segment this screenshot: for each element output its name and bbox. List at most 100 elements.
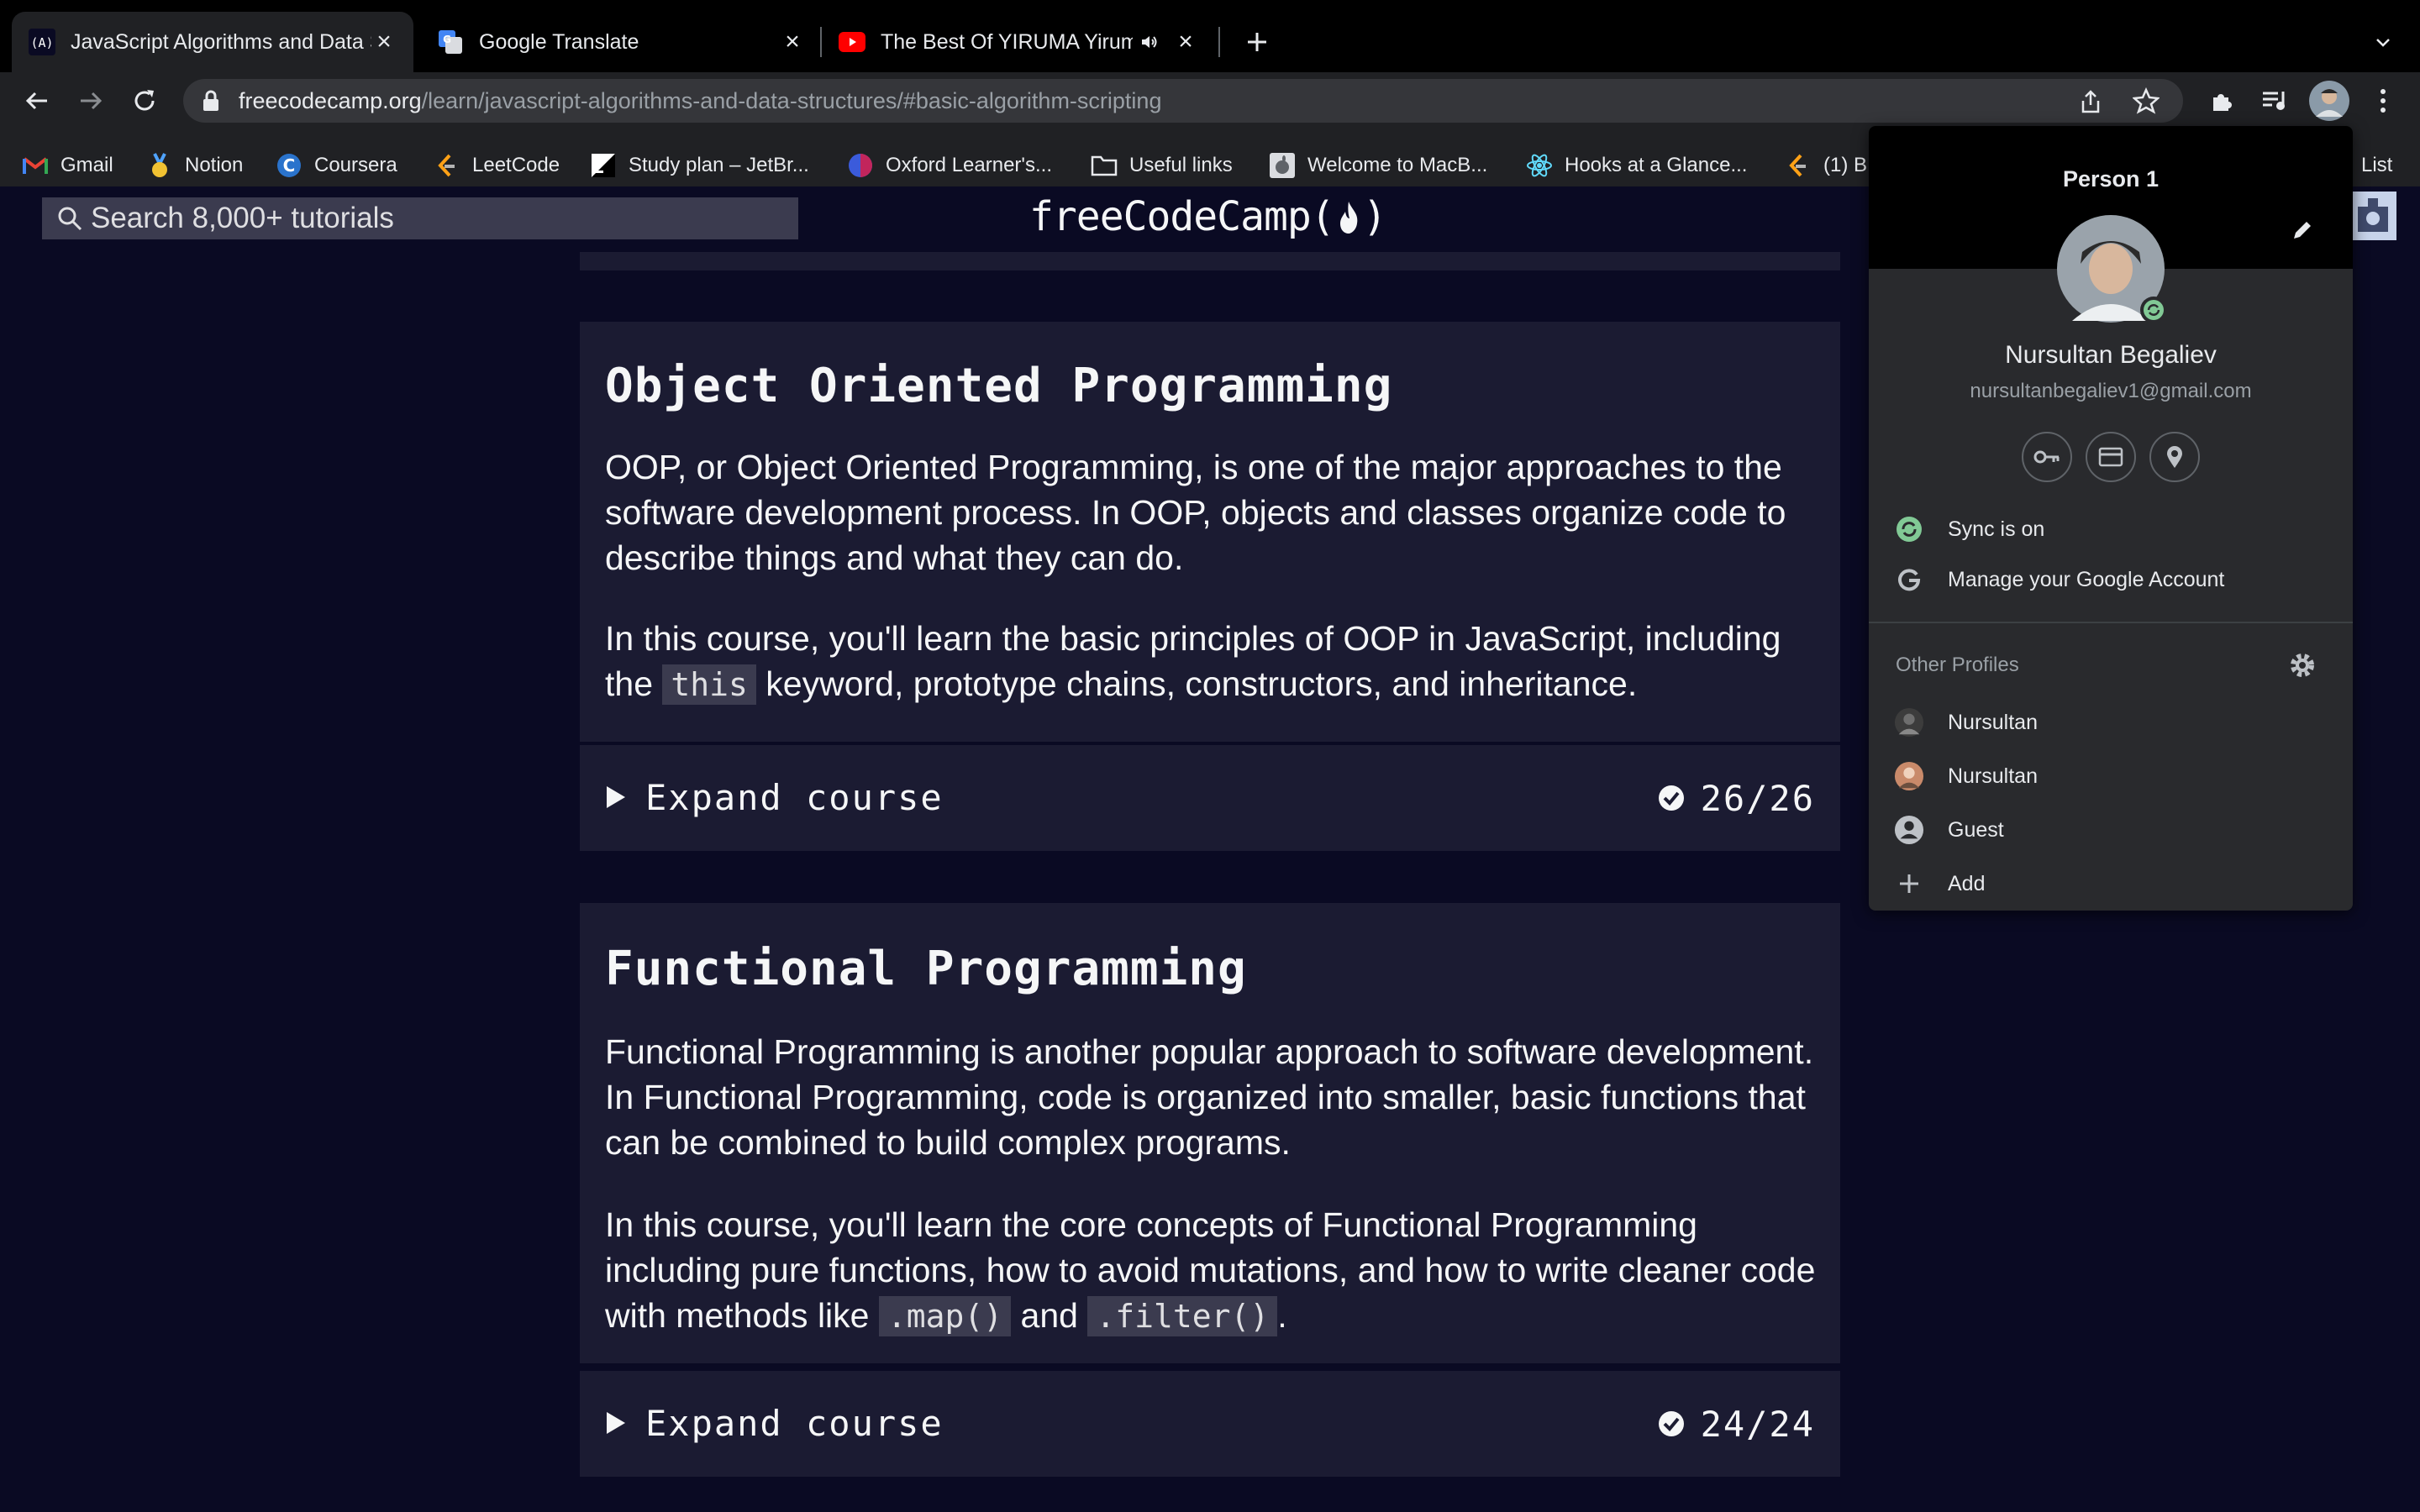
course-block-functional: Functional Programming Functional Progra…	[580, 903, 1840, 1363]
close-icon[interactable]: ×	[371, 28, 397, 55]
bookmark-oxford[interactable]: Oxford Learner's...	[847, 144, 1052, 186]
url-text[interactable]: freecodecamp.org/learn/javascript-algori…	[239, 79, 1161, 123]
tab-google-translate[interactable]: G Google Translate ×	[420, 12, 822, 72]
google-translate-icon: G	[437, 29, 464, 55]
profile-item[interactable]: Nursultan	[1869, 696, 2353, 749]
share-icon[interactable]	[2079, 89, 2102, 114]
folder-icon	[1091, 152, 1118, 179]
sync-badge-icon	[2139, 296, 2168, 324]
new-tab-icon[interactable]	[1235, 20, 1279, 64]
bookmark-leetcode-2[interactable]: (1) B	[1785, 144, 1867, 186]
bookmark-coursera[interactable]: C Coursera	[276, 144, 397, 186]
text-segment: .	[1277, 1296, 1287, 1335]
lock-icon[interactable]	[202, 90, 220, 112]
bookmark-folder-useful-links[interactable]: Useful links	[1091, 144, 1233, 186]
text-segment: and	[1011, 1296, 1088, 1335]
add-label: Add	[1948, 871, 1986, 895]
bookmark-notion[interactable]: Notion	[146, 144, 243, 186]
bookmark-leetcode[interactable]: LeetCode	[434, 144, 560, 186]
bookmark-macbook[interactable]: Welcome to MacB...	[1269, 144, 1487, 186]
tab-strip: (A) JavaScript Algorithms and Data Struc…	[0, 0, 2420, 72]
address-bar[interactable]: freecodecamp.org/learn/javascript-algori…	[183, 79, 2183, 123]
course-details: In this course, you'll learn the basic p…	[605, 616, 1823, 707]
triangle-right-icon	[605, 1410, 627, 1436]
code-snippet: .filter()	[1087, 1296, 1278, 1336]
sync-icon	[1894, 514, 1924, 544]
avatar[interactable]	[2055, 213, 2168, 324]
bookmark-gmail[interactable]: Gmail	[22, 144, 113, 186]
speaker-icon[interactable]	[1139, 32, 1173, 52]
tab-freecodecamp[interactable]: (A) JavaScript Algorithms and Data Struc…	[12, 12, 413, 72]
add-profile-button[interactable]: Add	[1869, 857, 2353, 911]
forward-icon[interactable]	[69, 79, 113, 123]
progress-text: 26/26	[1700, 777, 1815, 819]
tab-title: Google Translate	[479, 29, 639, 54]
bookmark-reading-list[interactable]: List	[2361, 144, 2392, 186]
bookmark-label: Oxford Learner's...	[886, 154, 1052, 176]
expand-label: Expand course	[645, 1403, 944, 1444]
apple-icon	[1269, 152, 1296, 179]
gear-icon[interactable]	[2289, 652, 2316, 679]
tab-title: The Best Of YIRUMA Yiruma	[881, 29, 1133, 54]
credit-card-icon[interactable]	[2086, 432, 2136, 482]
search-input[interactable]: Search 8,000+ tutorials	[42, 197, 798, 239]
progress-text: 24/24	[1700, 1403, 1815, 1445]
star-icon[interactable]	[2133, 87, 2160, 114]
freecodecamp-icon: (A)	[29, 29, 55, 55]
youtube-icon	[839, 29, 865, 55]
tab-title: JavaScript Algorithms and Data Structure…	[71, 29, 371, 54]
code-snippet: this	[662, 664, 756, 705]
bookmark-jetbrains[interactable]: Study plan – JetBr...	[590, 144, 809, 186]
media-controls-icon[interactable]	[2254, 79, 2297, 123]
course-title: Object Oriented Programming	[605, 359, 1393, 413]
svg-text:G: G	[443, 34, 451, 45]
check-circle-icon	[1658, 785, 1684, 811]
avatar	[1894, 707, 1924, 738]
divider	[1869, 622, 2353, 623]
profile-name: Nursultan Begaliev	[2005, 341, 2217, 369]
chevron-down-icon[interactable]	[2361, 20, 2405, 64]
bookmark-react-hooks[interactable]: Hooks at a Glance...	[1526, 144, 1747, 186]
profile-name: Nursultan	[1948, 710, 2038, 734]
plus-icon	[1894, 869, 1924, 899]
bookmark-label: Welcome to MacB...	[1307, 154, 1488, 176]
avatar[interactable]	[2307, 79, 2351, 123]
reload-icon[interactable]	[123, 79, 166, 123]
close-icon[interactable]: ×	[780, 28, 805, 55]
jetbrains-icon	[590, 152, 617, 179]
profile-item[interactable]: Nursultan	[1869, 749, 2353, 803]
bookmark-label: Notion	[185, 154, 244, 176]
kebab-menu-icon[interactable]	[2361, 79, 2405, 123]
manage-account-link[interactable]: Manage your Google Account	[1869, 553, 2353, 606]
extensions-icon[interactable]	[2200, 79, 2244, 123]
tab-separator	[1218, 27, 1220, 57]
key-icon[interactable]	[2022, 432, 2072, 482]
search-icon	[57, 206, 82, 231]
profile-name: Nursultan	[1948, 764, 2038, 788]
profile-item-guest[interactable]: Guest	[1869, 803, 2353, 857]
course-details: In this course, you'll learn the core co…	[605, 1202, 1823, 1339]
oxford-icon	[847, 152, 874, 179]
edit-icon[interactable]	[2291, 218, 2314, 242]
bookmark-label: Coursera	[314, 154, 397, 176]
bookmark-label: Useful links	[1129, 154, 1233, 176]
sync-status[interactable]: Sync is on	[1869, 502, 2353, 556]
expand-course-button[interactable]: Expand course 24/24	[580, 1371, 1840, 1477]
react-icon	[1526, 152, 1553, 179]
close-icon[interactable]: ×	[1173, 28, 1198, 55]
url-path: /learn/javascript-algorithms-and-data-st…	[421, 88, 1162, 113]
back-icon[interactable]	[15, 79, 59, 123]
fcc-logo[interactable]: freeCodeCamp( )	[1029, 192, 1387, 242]
location-pin-icon[interactable]	[2149, 432, 2200, 482]
bookmark-label: List	[2361, 154, 2393, 176]
avatar[interactable]	[2349, 192, 2396, 240]
bookmark-label: LeetCode	[472, 154, 560, 176]
expand-course-button[interactable]: Expand course 26/26	[580, 745, 1840, 851]
google-g-icon	[1894, 564, 1924, 595]
bookmark-label: Gmail	[60, 154, 113, 176]
flame-icon	[1334, 198, 1363, 235]
coursera-icon: C	[276, 152, 302, 179]
tab-youtube[interactable]: The Best Of YIRUMA Yiruma ×	[822, 12, 1217, 72]
profile-header: Person 1	[2062, 166, 2160, 192]
progress-count: 26/26	[1657, 745, 1815, 851]
